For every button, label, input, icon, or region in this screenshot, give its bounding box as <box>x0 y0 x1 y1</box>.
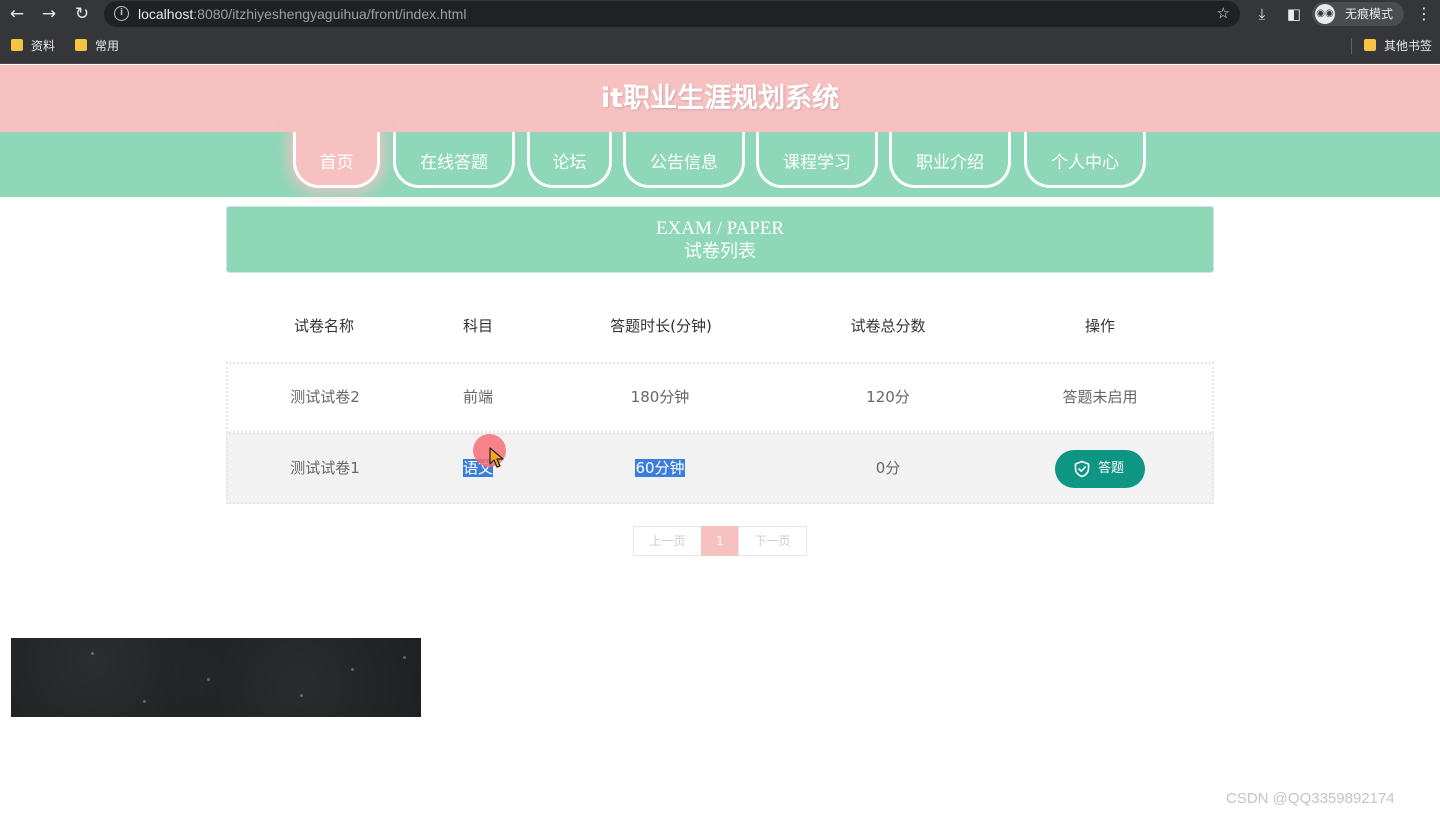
nav-item-forum[interactable]: 论坛 <box>527 132 612 188</box>
incognito-badge[interactable]: ◉◉ 无痕模式 <box>1312 2 1404 26</box>
mouse-pointer-icon <box>489 447 504 468</box>
star-icon[interactable]: ☆ <box>1217 4 1230 22</box>
next-page-button[interactable]: 下一页 <box>738 526 807 556</box>
paper-score: 0分 <box>875 459 901 477</box>
nav-item-courses[interactable]: 课程学习 <box>756 132 878 188</box>
site-title: it职业生涯规划系统 <box>600 83 840 114</box>
shield-check-icon <box>1074 460 1090 478</box>
bookmark-folder-other[interactable]: 其他书签 <box>1364 38 1432 54</box>
paper-subject: 前端 <box>462 388 493 406</box>
site-header: it职业生涯规划系统 <box>0 65 1440 132</box>
bookmark-folder-ziliao[interactable]: 资料 <box>11 38 55 54</box>
nav-item-career-intro[interactable]: 职业介绍 <box>889 132 1011 188</box>
nav-item-announcements[interactable]: 公告信息 <box>623 132 745 188</box>
csdn-watermark: CSDN @QQ3359892174 <box>1226 790 1395 807</box>
incognito-label: 无痕模式 <box>1345 7 1394 21</box>
nav-item-online-exam[interactable]: 在线答题 <box>393 132 515 188</box>
section-banner: EXAM / PAPER 试卷列表 <box>226 206 1214 273</box>
folder-icon <box>11 39 23 51</box>
main-nav: 首页 在线答题 论坛 公告信息 课程学习 职业介绍 个人中心 <box>0 132 1440 197</box>
selected-duration-text: 60分钟 <box>635 459 685 477</box>
paper-duration: 60分钟 <box>600 458 720 478</box>
bookmarks-bar: 资料 常用 其他书签 <box>0 28 1440 64</box>
answer-button[interactable]: 答题 <box>1055 450 1145 488</box>
forward-arrow-icon[interactable]: → <box>39 4 59 24</box>
incognito-icon: ◉◉ <box>1315 4 1335 24</box>
url-host: localhost <box>138 6 194 22</box>
column-header-subject: 科目 <box>462 317 493 335</box>
paper-duration: 180分钟 <box>630 388 690 406</box>
back-arrow-icon[interactable]: ← <box>7 4 27 24</box>
banner-title-en: EXAM / PAPER <box>655 218 785 239</box>
url-text[interactable]: localhost:8080/itzhiyeshengyaguihua/fron… <box>138 5 466 23</box>
download-icon[interactable]: ⤓ <box>1252 4 1272 24</box>
column-header-total-score: 试卷总分数 <box>850 317 926 335</box>
nav-item-profile[interactable]: 个人中心 <box>1024 132 1146 188</box>
paper-score: 120分 <box>866 388 910 406</box>
side-panel-icon[interactable]: ◧ <box>1284 4 1304 24</box>
folder-icon <box>1364 39 1376 51</box>
info-icon[interactable]: i <box>114 6 129 21</box>
column-header-duration: 答题时长(分钟) <box>610 317 712 335</box>
banner-title-cn: 试卷列表 <box>684 241 756 262</box>
address-bar[interactable]: i localhost:8080/itzhiyeshengyaguihua/fr… <box>104 1 1240 27</box>
video-thumbnail-overlay <box>11 638 421 717</box>
prev-page-button[interactable]: 上一页 <box>633 526 702 556</box>
more-menu-icon[interactable]: ⋮ <box>1414 4 1434 23</box>
column-header-action: 操作 <box>1084 317 1115 335</box>
url-path: :8080/itzhiyeshengyaguihua/front/index.h… <box>193 6 467 22</box>
folder-icon <box>75 39 87 51</box>
bookmark-folder-changyong[interactable]: 常用 <box>75 38 119 54</box>
answer-button-label: 答题 <box>1098 461 1125 476</box>
page-number-current[interactable]: 1 <box>701 526 739 556</box>
browser-toolbar: ← → ↻ i localhost:8080/itzhiyeshengyagui… <box>0 0 1440 28</box>
bookmark-divider <box>1351 38 1352 54</box>
nav-item-home[interactable]: 首页 <box>293 132 380 188</box>
exam-disabled-status: 答题未启用 <box>1062 388 1138 406</box>
paper-name: 测试试卷2 <box>290 388 360 406</box>
column-header-name: 试卷名称 <box>293 317 354 335</box>
reload-icon[interactable]: ↻ <box>72 4 92 24</box>
paper-name: 测试试卷1 <box>290 459 360 477</box>
